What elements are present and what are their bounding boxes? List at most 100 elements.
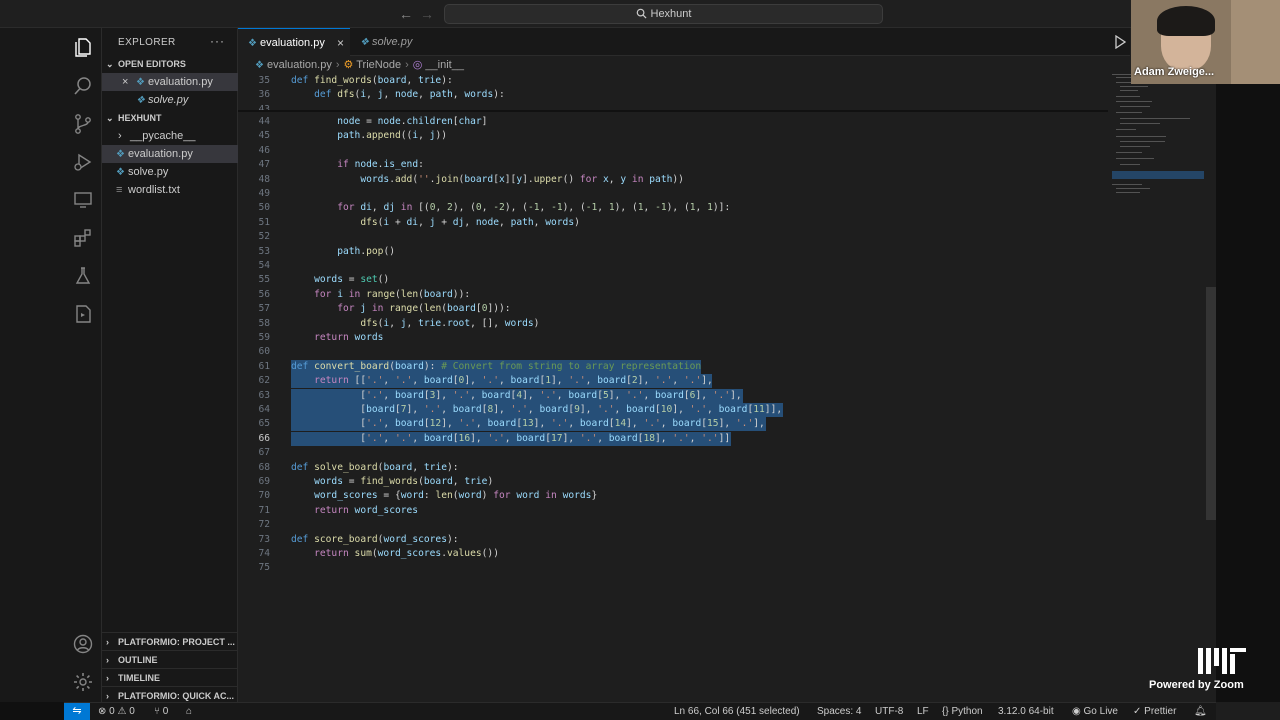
source-control-icon[interactable] [71,112,95,136]
code-line[interactable]: 47 if node.is_end: [238,158,1216,172]
timeline-header[interactable]: › TIMELINE [102,668,238,686]
line-number: 60 [258,346,270,358]
python-interpreter[interactable]: 3.12.0 64-bit [998,703,1054,720]
account-icon[interactable] [71,632,95,656]
cursor-position[interactable]: Ln 66, Col 66 (451 selected) [674,703,800,720]
code-line[interactable]: 67 [238,446,1216,460]
line-number: 74 [258,548,270,559]
code-text: for j in range(len(board[0])): [337,303,511,315]
code-line[interactable]: 64 [board[7], '.', board[8], '.', board[… [238,403,1216,417]
code-line[interactable]: 66 ['.', '.', board[16], '.', board[17],… [238,431,1216,446]
explorer-files-icon[interactable] [71,36,95,60]
open-editor-solve[interactable]: ❖ solve.py [102,91,238,109]
code-line[interactable]: 50 for di, dj in [(0, 2), (0, -2), (-1, … [238,201,1216,215]
code-editor[interactable]: 35 def find_words(board, trie): 36 def dfs… [238,74,1216,702]
open-editors-header[interactable]: ⌄ OPEN EDITORS [102,55,238,73]
open-editor-evaluation[interactable]: × ❖ evaluation.py [102,73,238,91]
broadcast-icon: ◉ [1072,706,1081,717]
code-line[interactable]: 45 path.append((i, j)) [238,129,1216,143]
run-debug-icon[interactable] [71,150,95,174]
code-text: path.append((i, j)) [337,130,448,142]
more-actions-icon[interactable]: ··· [210,34,225,48]
testing-flask-icon[interactable] [71,264,95,288]
tree-file-wordlist[interactable]: ≡ wordlist.txt [102,181,238,199]
error-icon: ⊗ [98,706,107,717]
code-line[interactable]: 59 return words [238,331,1216,345]
editor-scrollbar[interactable] [1206,287,1216,520]
notifications-bell-icon[interactable]: 🔔︎ [1194,703,1207,720]
indentation-setting[interactable]: Spaces: 4 [817,703,861,720]
warning-count: 0 [129,706,135,717]
code-line[interactable]: 56 for i in range(len(board)): [238,288,1216,302]
code-line[interactable]: 70 word_scores = {word: len(word) for wo… [238,489,1216,503]
code-line[interactable]: 63 ['.', board[3], '.', board[4], '.', b… [238,388,1216,403]
code-line[interactable]: 51 dfs(i + di, j + dj, node, path, words… [238,216,1216,230]
close-icon[interactable]: × [337,29,344,57]
tree-item-label: solve.py [128,166,169,178]
code-line[interactable]: 49 [238,187,1216,201]
code-line[interactable]: 35 def find_words(board, trie): [238,74,1216,88]
tab-evaluation[interactable]: ❖ evaluation.py × [238,28,350,56]
code-line[interactable]: 48 words.add(''.join(board[x][y].upper()… [238,173,1216,187]
eol-setting[interactable]: LF [917,703,929,720]
code-text: return sum(word_scores.values()) [314,548,499,559]
breadcrumb-class[interactable]: TrieNode [356,59,401,71]
tree-file-evaluation[interactable]: ❖ evaluation.py [102,145,238,163]
extensions-icon[interactable] [71,226,95,250]
tree-folder-pycache[interactable]: › __pycache__ [102,127,238,145]
python-file-icon: ❖ [136,77,145,88]
remote-explorer-icon[interactable] [71,188,95,212]
prettier-button[interactable]: ✓ Prettier [1133,703,1176,720]
breadcrumb-member[interactable]: __init__ [425,59,464,71]
settings-gear-icon[interactable] [71,670,95,694]
code-line[interactable]: 61 def convert_board(board): # Convert fr… [238,359,1216,374]
encoding-setting[interactable]: UTF-8 [875,703,903,720]
code-line[interactable]: 52 [238,230,1216,244]
ports-indicator[interactable]: ⑂ 0 [154,703,168,720]
code-line[interactable]: 69 words = find_words(board, trie) [238,475,1216,489]
python-file-icon: ❖ [360,37,369,48]
tab-solve[interactable]: ❖ solve.py [350,28,440,56]
platformio-project-header[interactable]: › PLATFORMIO: PROJECT ... [102,632,238,650]
forward-arrow-icon[interactable]: → [418,5,436,23]
python-file-icon: ❖ [116,167,125,178]
breadcrumb-file[interactable]: evaluation.py [267,59,332,71]
code-line[interactable]: 55 words = set() [238,273,1216,287]
code-line[interactable]: 65 ['.', board[12], '.', board[13], '.',… [238,417,1216,432]
code-line[interactable]: 71 return word_scores [238,504,1216,518]
code-line[interactable]: 54 [238,259,1216,273]
close-icon[interactable]: × [122,73,136,91]
code-line[interactable]: 73 def score_board(word_scores): [238,533,1216,547]
code-line[interactable]: 74 return sum(word_scores.values()) [238,547,1216,561]
back-arrow-icon[interactable]: ← [397,5,415,23]
command-center-search[interactable]: Hexhunt [444,4,883,24]
home-icon[interactable]: ⌂ [186,703,192,720]
code-line[interactable]: 58 dfs(i, j, trie.root, [], words) [238,317,1216,331]
tree-item-label: evaluation.py [128,148,193,160]
code-line[interactable]: 68 def solve_board(board, trie): [238,461,1216,475]
code-line[interactable]: 46 [238,144,1216,158]
minimap[interactable] [1108,74,1208,224]
folder-header-hexhunt[interactable]: ⌄ HEXHUNT [102,109,238,127]
language-mode[interactable]: {} Python [942,703,983,720]
remote-window-icon[interactable]: ⇋ [64,703,90,720]
run-play-icon[interactable] [1114,35,1126,49]
code-line[interactable]: 75 [238,561,1216,575]
search-icon[interactable] [71,74,95,98]
go-live-button[interactable]: ◉ Go Live [1072,703,1118,720]
code-line[interactable]: 53 path.pop() [238,245,1216,259]
code-line[interactable]: 44 node = node.children[char] [238,115,1216,129]
platformio-icon[interactable] [71,302,95,326]
line-number: 51 [258,216,270,228]
problems-indicator[interactable]: ⊗ 0 ⚠ 0 [98,703,135,720]
tree-file-solve[interactable]: ❖ solve.py [102,163,238,181]
code-line[interactable]: 72 [238,518,1216,532]
line-number: 52 [258,231,270,243]
open-editor-label: evaluation.py [148,76,213,88]
outline-header[interactable]: › OUTLINE [102,650,238,668]
code-line[interactable]: 36 def dfs(i, j, node, path, words): [238,88,1216,102]
code-line[interactable]: 57 for j in range(len(board[0])): [238,302,1216,316]
code-line[interactable]: 62 return [['.', '.', board[0], '.', boa… [238,374,1216,389]
code-line[interactable]: 60 [238,345,1216,359]
code-text: word_scores = {word: len(word) for word … [314,490,598,502]
